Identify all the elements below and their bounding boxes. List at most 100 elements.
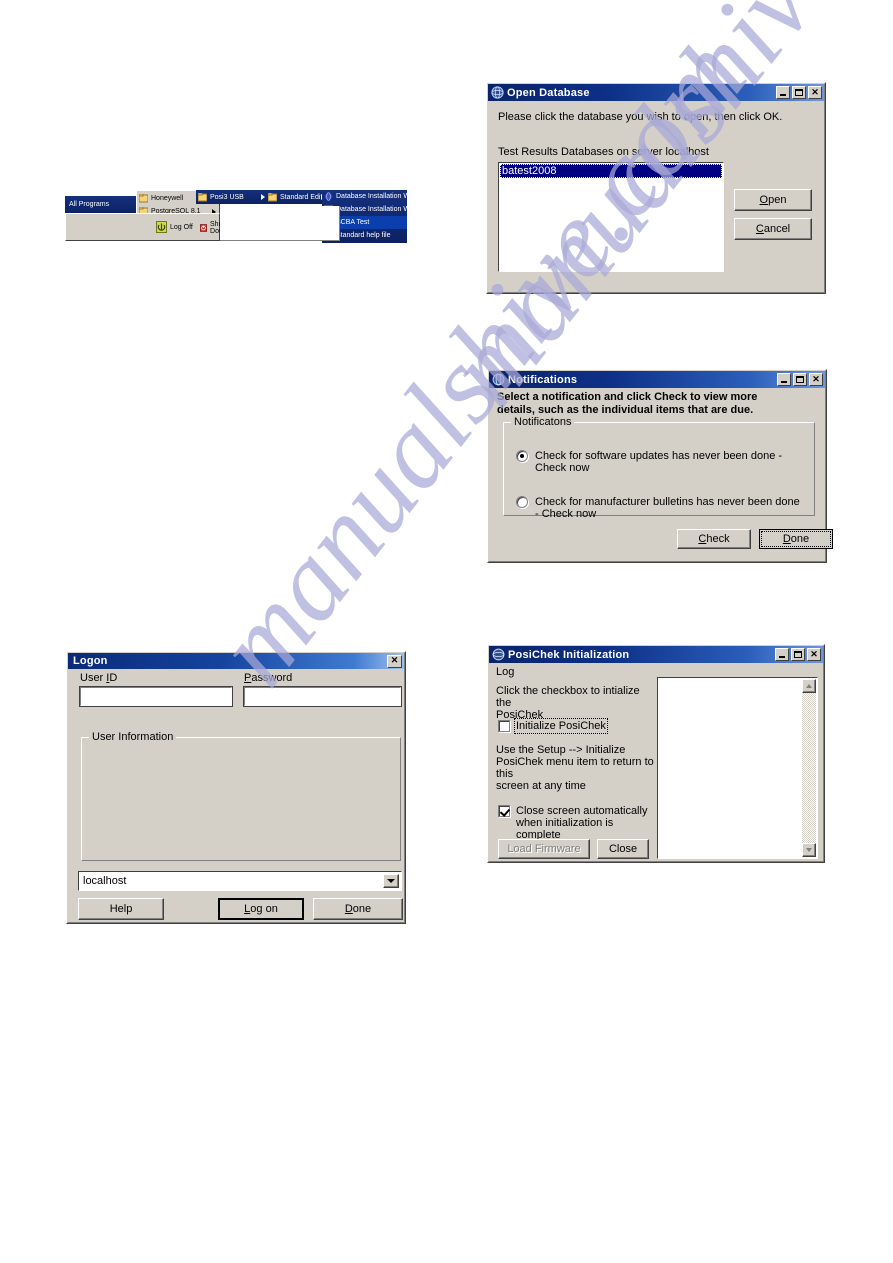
open-database-instruction: Please click the database you wish to op… <box>498 111 783 123</box>
user-information-group: User Information <box>81 731 401 861</box>
notification-option-manufacturer-bulletins[interactable]: Check for manufacturer bulletins has nev… <box>516 496 806 520</box>
start-menu-footer: Log Off Shut Down <box>65 213 228 241</box>
close-screen-automatically-checkbox[interactable] <box>498 805 510 817</box>
posichek-log-panel[interactable] <box>657 677 818 859</box>
notification-option-label: Check for software updates has never bee… <box>535 450 783 474</box>
posichek-titlebar[interactable]: PosiChek Initialization ✕ <box>489 646 823 663</box>
menu-item-label: Posi3 USB <box>210 193 244 201</box>
password-label: Password <box>244 672 293 684</box>
notifications-instruction-line1: Select a notification and click Check to… <box>497 391 758 403</box>
database-icon <box>491 86 504 99</box>
notifications-dialog: Notifications ✕ Select a notification an… <box>487 369 833 563</box>
folder-icon <box>139 194 148 203</box>
scroll-down-button[interactable] <box>802 843 816 857</box>
database-listbox[interactable]: batest2008 <box>498 162 724 272</box>
initialize-posichek-checkbox[interactable] <box>498 720 510 732</box>
start-submenu-level3[interactable]: Standard Edition <box>266 190 332 204</box>
open-database-title: Open Database <box>507 86 590 99</box>
open-button-rest: pen <box>768 194 787 206</box>
chevron-right-icon <box>261 194 265 200</box>
posichek-note-line3: screen at any time <box>496 780 586 792</box>
posichek-note-line1: Use the Setup --> Initialize <box>496 744 626 756</box>
user-id-field[interactable] <box>79 686 233 707</box>
minimize-icon[interactable] <box>777 373 791 386</box>
posichek-instruction-line1: Click the checkbox to intialize the <box>496 685 640 709</box>
logon-dialog: Logon ✕ User ID Password User Informatio… <box>66 651 406 924</box>
list-item[interactable]: batest2008 <box>500 164 722 178</box>
open-database-dialog: Open Database ✕ Please click the databas… <box>486 82 826 294</box>
notifications-group-legend: Notificatons <box>511 416 575 428</box>
close-button[interactable]: Close <box>597 839 649 859</box>
server-value: localhost <box>83 875 127 887</box>
posichek-initialization-dialog: PosiChek Initialization ✕ Log Click the … <box>487 644 825 863</box>
load-firmware-button[interactable]: Load Firmware <box>498 839 590 859</box>
server-combobox[interactable]: localhost <box>78 871 402 891</box>
posichek-instruction: Click the checkbox to intialize the Posi… <box>496 685 646 721</box>
maximize-icon[interactable] <box>793 373 807 386</box>
notifications-instruction: Select a notification and click Check to… <box>497 391 757 417</box>
minimize-icon[interactable] <box>776 86 790 99</box>
close-screen-automatically-row[interactable]: Close screen automatically when initiali… <box>498 805 656 841</box>
maximize-icon[interactable] <box>792 86 806 99</box>
folder-icon <box>198 192 207 201</box>
start-submenu-level2[interactable]: Posi3 USB <box>196 190 268 204</box>
check-button[interactable]: Check <box>677 529 751 549</box>
posichek-menu-log[interactable]: Log <box>496 666 514 678</box>
close-icon[interactable]: ✕ <box>807 648 821 661</box>
notifications-titlebar[interactable]: Notifications ✕ <box>489 371 825 388</box>
posichek-log-text <box>659 679 801 857</box>
menu-item-label: SCBA Test <box>336 219 370 226</box>
initialize-posichek-row[interactable]: Initialize PosiChek <box>498 718 608 734</box>
user-id-label: User ID <box>80 672 118 684</box>
notifications-group: Notificatons Check for software updates … <box>503 416 815 520</box>
posichek-title: PosiChek Initialization <box>508 648 630 661</box>
chevron-down-icon[interactable] <box>383 874 399 888</box>
log-vertical-scrollbar[interactable] <box>802 679 816 857</box>
menu-item-database-installation-wizard[interactable]: Database Installation Wizard <box>322 190 425 203</box>
log-off-label: Log Off <box>170 223 193 231</box>
close-icon[interactable]: ✕ <box>809 373 823 386</box>
close-screen-automatically-label: Close screen automatically when initiali… <box>516 805 656 841</box>
done-button[interactable]: Done <box>759 529 833 549</box>
password-field[interactable] <box>243 686 402 707</box>
log-on-button[interactable]: Log on <box>218 898 304 920</box>
radio-manufacturer-bulletins[interactable] <box>516 496 528 508</box>
minimize-icon[interactable] <box>775 648 789 661</box>
close-icon[interactable]: ✕ <box>808 86 822 99</box>
maximize-icon[interactable] <box>791 648 805 661</box>
open-database-titlebar[interactable]: Open Database ✕ <box>488 84 824 101</box>
notifications-title: Notifications <box>508 373 578 386</box>
logon-done-button[interactable]: Done <box>313 898 403 920</box>
window-controls[interactable]: ✕ <box>387 654 402 668</box>
open-database-list-label: Test Results Databases on server localho… <box>498 146 709 158</box>
start-menu-backdrop <box>220 206 340 241</box>
open-button[interactable]: Open <box>734 189 812 211</box>
sidebar-item-standard-edition[interactable]: Standard Edition <box>266 190 332 204</box>
sidebar-item-posi3-usb[interactable]: Posi3 USB <box>196 190 268 204</box>
radio-software-updates[interactable] <box>516 450 528 462</box>
folder-icon <box>268 192 277 201</box>
menu-item-label: Database Installation Wizard <box>336 193 426 200</box>
menu-item-label: Database Installation Wizard Help <box>336 206 442 213</box>
menu-item-label: Honeywell <box>151 195 184 202</box>
close-screen-label-line1: Close screen automatically <box>516 805 648 817</box>
close-screen-label-line2: when initialization is complete <box>516 817 614 841</box>
help-button[interactable]: Help <box>78 898 164 920</box>
window-controls[interactable]: ✕ <box>775 648 821 661</box>
log-off-button[interactable]: Log Off <box>156 221 193 233</box>
posichek-note-line2: PosiChek menu item to return to this <box>496 756 654 780</box>
initialize-posichek-label: Initialize PosiChek <box>514 718 608 734</box>
window-controls[interactable]: ✕ <box>777 373 823 386</box>
gauge-icon <box>492 648 505 661</box>
notification-option-software-updates[interactable]: Check for software updates has never bee… <box>516 450 806 474</box>
logon-title: Logon <box>73 655 108 667</box>
logon-titlebar[interactable]: Logon ✕ <box>68 653 404 669</box>
window-controls[interactable]: ✕ <box>776 86 822 99</box>
cancel-button[interactable]: Cancel <box>734 218 812 240</box>
close-icon[interactable]: ✕ <box>387 654 402 668</box>
shutdown-icon <box>200 224 208 232</box>
start-menu-all-programs[interactable]: All Programs <box>65 196 143 213</box>
logoff-icon <box>156 221 167 233</box>
scroll-up-button[interactable] <box>802 679 816 693</box>
globe-icon <box>324 192 333 201</box>
